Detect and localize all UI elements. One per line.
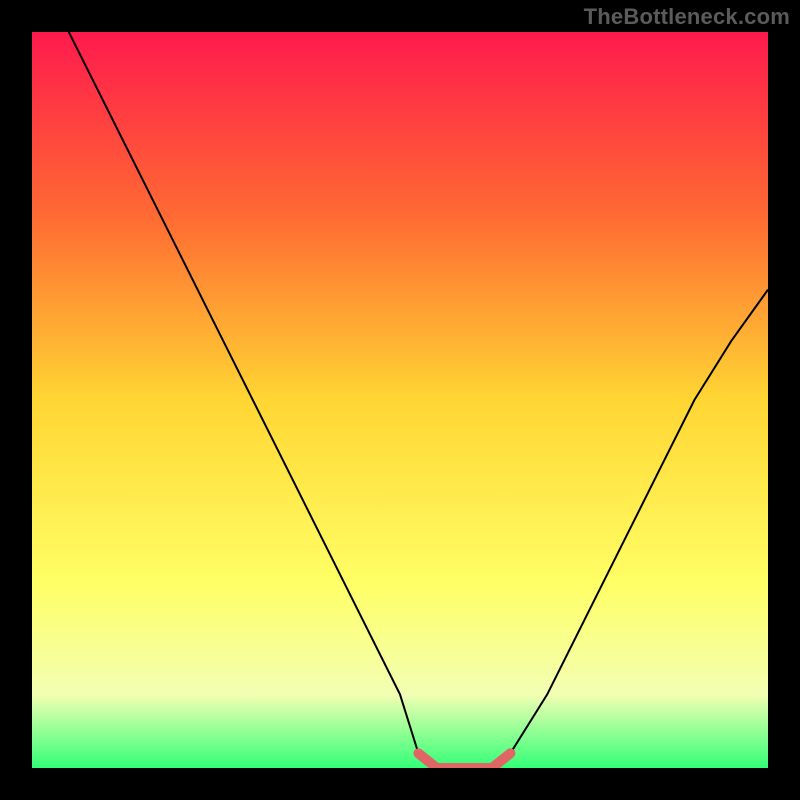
watermark-text: TheBottleneck.com [584,4,790,30]
chart-svg [32,32,768,768]
chart-frame: TheBottleneck.com [0,0,800,800]
gradient-background [32,32,768,768]
plot-area [32,32,768,768]
